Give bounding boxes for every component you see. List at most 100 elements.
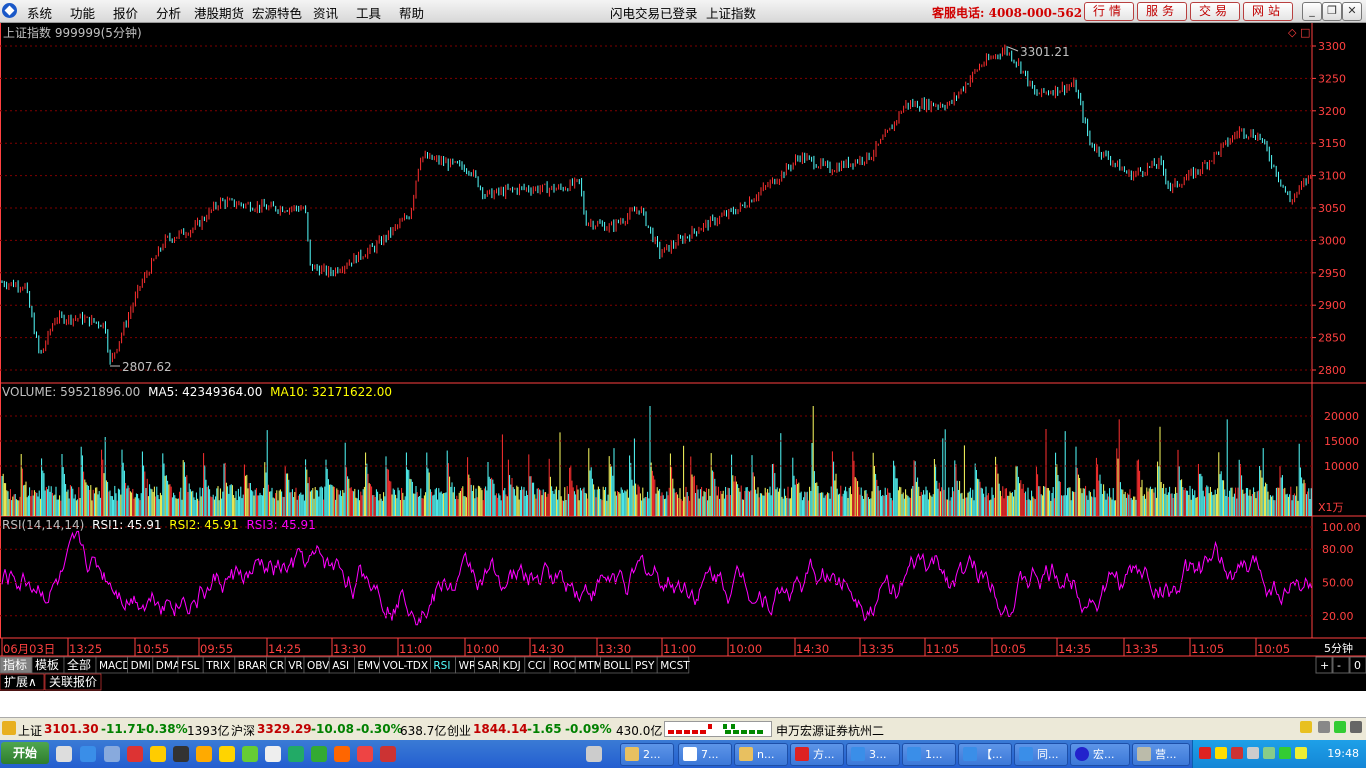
tab-cci[interactable]: CCI: [528, 660, 546, 672]
tray-app-icon[interactable]: [1231, 747, 1243, 759]
tab-emv[interactable]: EMV: [357, 660, 381, 672]
tab-指标[interactable]: 指标: [3, 657, 27, 672]
tab-vr[interactable]: VR: [288, 660, 302, 672]
tab-roc[interactable]: ROC: [553, 660, 576, 672]
tab-brar[interactable]: BRAR: [238, 660, 267, 672]
task-3[interactable]: n...: [734, 743, 788, 766]
green-icon[interactable]: [242, 746, 258, 762]
tab-模板[interactable]: 模板: [35, 658, 59, 672]
tray-speaker-icon[interactable]: [1295, 747, 1307, 759]
tab-全部[interactable]: 全部: [67, 657, 91, 672]
minimize-icon[interactable]: _: [1302, 2, 1322, 21]
start-button[interactable]: 开始: [1, 742, 49, 764]
tab-rsi[interactable]: RSI: [433, 660, 450, 672]
tab-cr[interactable]: CR: [269, 660, 284, 672]
rsi-axis: 100.00 80.00 50.00 20.00: [0, 521, 1361, 623]
notes-icon[interactable]: [196, 746, 212, 762]
market-strength-meter: [664, 721, 772, 737]
expand-tab[interactable]: 扩展∧: [4, 675, 37, 689]
tray-qq-icon[interactable]: [1215, 747, 1227, 759]
tab-mcst[interactable]: MCST: [660, 660, 690, 672]
task-5[interactable]: 3...: [846, 743, 900, 766]
video-icon[interactable]: [173, 746, 189, 762]
app-logo-icon[interactable]: [2, 3, 17, 18]
menu-hk-futures[interactable]: 港股期货: [194, 3, 244, 22]
panel-maximize-icon[interactable]: □: [1300, 26, 1310, 39]
price-tick-label: 2900: [1318, 299, 1346, 312]
doc-icon[interactable]: [265, 746, 281, 762]
menu-analysis[interactable]: 分析: [156, 3, 181, 22]
tray-shield-icon[interactable]: [1279, 747, 1291, 759]
website-button[interactable]: 网站: [1243, 2, 1293, 21]
ie-icon: [851, 747, 865, 761]
task-4[interactable]: 方...: [790, 743, 844, 766]
menu-quote[interactable]: 报价: [113, 3, 138, 22]
menu-function[interactable]: 功能: [70, 3, 95, 22]
tab-vol-tdx[interactable]: VOL-TDX: [383, 660, 428, 672]
trade-button[interactable]: 交易: [1190, 2, 1240, 21]
tab-wr[interactable]: WR: [459, 660, 477, 672]
tab-trix[interactable]: TRIX: [205, 660, 230, 672]
tray-green-icon[interactable]: [1263, 747, 1275, 759]
task-8[interactable]: 同...: [1014, 743, 1068, 766]
cy-value[interactable]: 1844.14: [473, 722, 528, 736]
sh-value[interactable]: 3101.30: [44, 722, 99, 736]
task-7[interactable]: 【...: [958, 743, 1012, 766]
system-tray: 19:48: [1192, 740, 1366, 768]
hs-amount: 638.7亿: [400, 724, 447, 738]
app-icon-2[interactable]: [380, 746, 396, 762]
menu-system[interactable]: 系统: [27, 3, 52, 22]
task-1[interactable]: 2...: [620, 743, 674, 766]
tab-sar[interactable]: SAR: [477, 660, 498, 672]
tab-control-1[interactable]: -: [1337, 659, 1341, 672]
close-icon[interactable]: ✕: [1342, 2, 1362, 21]
tab-dmi[interactable]: DMI: [131, 660, 151, 672]
market-button[interactable]: 行情: [1084, 2, 1134, 21]
related-quote-tab[interactable]: 关联报价: [49, 674, 97, 689]
menu-hongyuan[interactable]: 宏源特色: [252, 3, 302, 22]
menu-tools[interactable]: 工具: [356, 3, 381, 22]
tab-psy[interactable]: PSY: [635, 660, 655, 672]
period-label[interactable]: 5分钟: [1324, 641, 1353, 655]
task-10[interactable]: 营...: [1132, 743, 1190, 766]
player-icon[interactable]: [288, 746, 304, 762]
tab-control-2[interactable]: 0: [1354, 659, 1361, 672]
restore-icon[interactable]: ❐: [1322, 2, 1342, 21]
rsi-line: [1, 530, 1312, 626]
ie-icon[interactable]: [80, 746, 96, 762]
tab-dma[interactable]: DMA: [156, 660, 181, 672]
hs-value[interactable]: 3329.29: [257, 722, 312, 736]
index-name-title: 上证指数: [706, 6, 757, 21]
lock-icon[interactable]: [1300, 721, 1312, 733]
tab-boll[interactable]: BOLL: [603, 660, 630, 672]
tab-asi[interactable]: ASI: [332, 660, 349, 672]
desktop-icon[interactable]: [56, 746, 72, 762]
tab-mtm[interactable]: MTM: [578, 660, 603, 672]
task-2[interactable]: 7...: [678, 743, 732, 766]
chrome-icon[interactable]: [357, 746, 373, 762]
panel-diamond-icon[interactable]: ◇: [1288, 26, 1297, 39]
tab-kdj[interactable]: KDJ: [503, 660, 521, 672]
menu-help[interactable]: 帮助: [399, 3, 424, 22]
task-9[interactable]: 宏...: [1070, 743, 1130, 766]
tray-doc-icon[interactable]: [1247, 747, 1259, 759]
tab-control-0[interactable]: +: [1320, 659, 1329, 672]
app-icon-red[interactable]: [127, 746, 143, 762]
menu-info[interactable]: 资讯: [313, 3, 338, 22]
service-button[interactable]: 服务: [1137, 2, 1187, 21]
penguin-icon[interactable]: [219, 746, 235, 762]
tab-fsl[interactable]: FSL: [181, 660, 200, 672]
c-icon[interactable]: [334, 746, 350, 762]
z-icon: [683, 747, 697, 761]
browser-icon[interactable]: [104, 746, 120, 762]
tab-obv[interactable]: OBV: [307, 660, 330, 672]
keyboard-icon[interactable]: [586, 746, 602, 762]
stock-chart[interactable]: 上证指数 999999(5分钟) 3300 3250 3200 3150 3100 305…: [0, 23, 1366, 717]
tab-macd[interactable]: MACD: [99, 660, 130, 672]
task-6[interactable]: 1...: [902, 743, 956, 766]
rsi-legend: RSI(14,14,14) RSI1: 45.91 RSI2: 45.91 RS…: [2, 518, 316, 532]
e-icon[interactable]: [311, 746, 327, 762]
status-folder-icon[interactable]: [2, 721, 16, 735]
tray-flag-icon[interactable]: [1199, 747, 1211, 759]
qq-icon[interactable]: [150, 746, 166, 762]
